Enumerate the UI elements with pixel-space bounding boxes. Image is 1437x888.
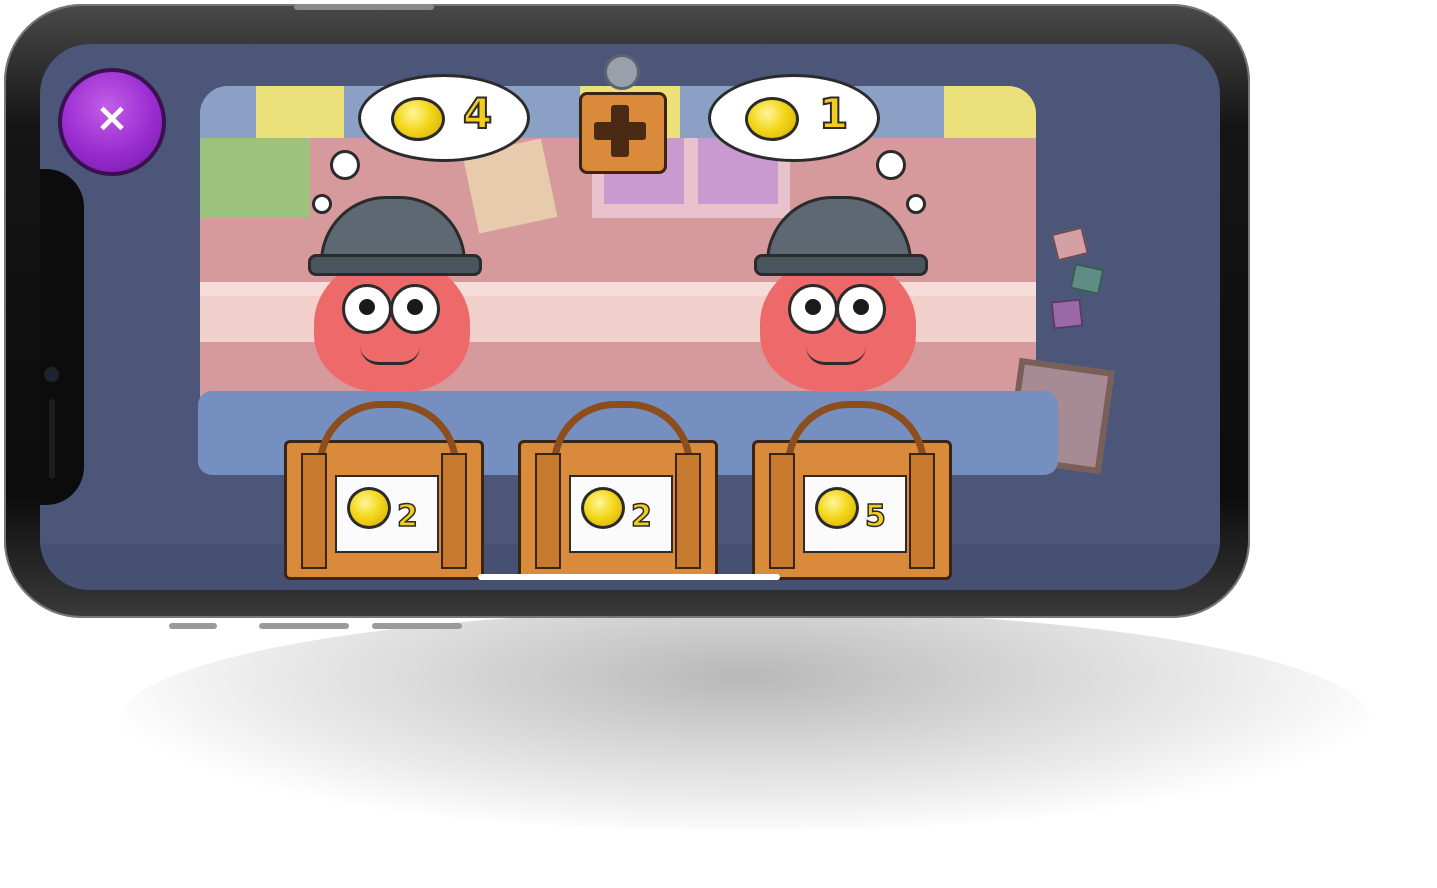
answer-crate-1[interactable]: 2 (284, 401, 484, 580)
answer-crate-3[interactable]: 5 (752, 401, 952, 580)
crate-number: 5 (864, 498, 886, 535)
crate-label: 2 (569, 475, 673, 553)
game-screen: × 4 1 2 2 5 (40, 44, 1220, 590)
crate-number: 2 (630, 498, 652, 535)
bubble-dot (330, 150, 360, 180)
plus-sign (579, 92, 667, 174)
monster-body (314, 256, 470, 392)
floating-box (1051, 226, 1089, 262)
monster-left (302, 196, 482, 396)
coin-icon (815, 487, 859, 529)
monster-eye (788, 284, 838, 334)
floating-box (1050, 298, 1084, 330)
phone-notch (40, 169, 84, 505)
crate-label: 2 (335, 475, 439, 553)
crate-number: 2 (396, 498, 418, 535)
shelf (200, 138, 310, 218)
home-indicator[interactable] (478, 574, 780, 580)
phone-frame: × 4 1 2 2 5 (4, 4, 1250, 629)
monster-body (760, 256, 916, 392)
monster-eye (342, 284, 392, 334)
thought-bubble-left: 4 (358, 74, 530, 162)
coin-icon (581, 487, 625, 529)
hook (604, 54, 640, 90)
close-icon: × (95, 95, 129, 141)
coin-icon (391, 97, 445, 141)
awning-stripe (944, 86, 1036, 138)
floating-box (1069, 263, 1105, 295)
phone-volume-down (372, 623, 462, 629)
close-button[interactable]: × (58, 68, 166, 176)
monster-eye (390, 284, 440, 334)
coin-icon (745, 97, 799, 141)
coin-icon (347, 487, 391, 529)
bubble-number: 4 (462, 88, 493, 139)
monster-mouth (806, 346, 866, 365)
bubble-dot (876, 150, 906, 180)
monster-right (748, 196, 928, 396)
phone-side-button (294, 4, 434, 10)
monster-eye (836, 284, 886, 334)
phone-volume-up (259, 623, 349, 629)
crate-label: 5 (803, 475, 907, 553)
thought-bubble-right: 1 (708, 74, 880, 162)
phone-shadow (120, 610, 1370, 830)
awning-stripe (256, 86, 344, 138)
camera-icon (46, 369, 57, 380)
phone-mute-switch (169, 623, 217, 629)
monster-mouth (360, 346, 420, 365)
speaker-grille (49, 399, 55, 479)
bubble-number: 1 (818, 88, 849, 139)
answer-crate-2[interactable]: 2 (518, 401, 718, 580)
